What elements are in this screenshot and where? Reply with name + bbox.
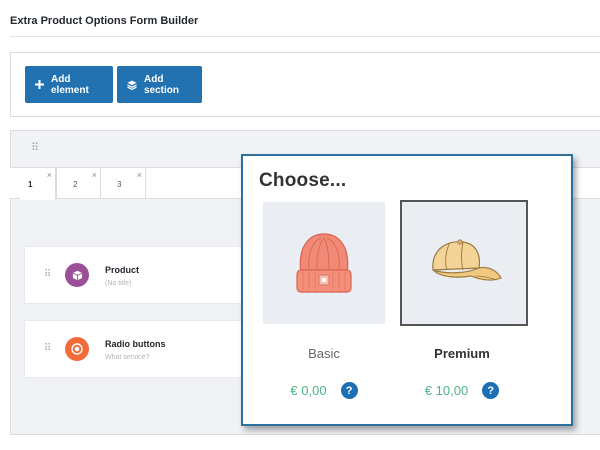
option-price-row: € 0,00 ? (263, 382, 385, 399)
popup-title: Choose... (259, 170, 347, 191)
tab-close-icon[interactable]: × (137, 170, 142, 180)
option-label: Basic (308, 346, 340, 361)
element-subtitle: What service? (105, 354, 150, 361)
title-divider (10, 36, 600, 37)
add-element-label: Add element (51, 73, 89, 96)
tab-label: 1 (28, 180, 33, 189)
element-radio-buttons[interactable]: ⠿ Radio buttons What service? (24, 320, 254, 378)
section-drag-handle[interactable]: ⠿ (31, 141, 39, 154)
tab-label: 3 (117, 180, 122, 189)
beanie-icon (263, 202, 385, 324)
element-name: Radio buttons (105, 339, 166, 349)
cap-icon (400, 200, 528, 326)
radio-icon (65, 337, 89, 361)
tab-1[interactable]: 1 × (20, 168, 56, 200)
plus-icon (35, 80, 44, 89)
help-icon[interactable]: ? (482, 382, 500, 399)
option-price: € 10,00 (424, 383, 469, 398)
tab-2[interactable]: 2 × (56, 168, 101, 199)
help-icon[interactable]: ? (340, 382, 358, 399)
toolbar: Add element Add section (10, 52, 600, 117)
drag-handle[interactable]: ⠿ (44, 269, 51, 280)
choose-popup: Choose... Basic € 0,00 ? Premium € 10,00… (241, 154, 573, 426)
option-premium[interactable]: Premium € 10,00 ? (400, 200, 528, 399)
layers-icon (127, 80, 137, 90)
cube-icon (65, 263, 89, 287)
add-section-label: Add section (144, 73, 180, 96)
option-basic[interactable]: Basic € 0,00 ? (263, 202, 385, 399)
element-product[interactable]: ⠿ Product (No title) (24, 246, 254, 304)
option-label: Premium (434, 346, 490, 361)
add-section-button[interactable]: Add section (117, 66, 202, 103)
tab-3[interactable]: 3 × (101, 168, 146, 199)
page-title: Extra Product Options Form Builder (10, 15, 199, 27)
tab-label: 2 (73, 180, 78, 189)
add-element-button[interactable]: Add element (25, 66, 113, 103)
element-name: Product (105, 265, 140, 275)
drag-handle[interactable]: ⠿ (44, 343, 51, 354)
option-price-row: € 10,00 ? (401, 382, 523, 399)
option-price: € 0,00 (290, 383, 327, 398)
tab-close-icon[interactable]: × (47, 170, 52, 180)
tab-close-icon[interactable]: × (92, 170, 97, 180)
element-subtitle: (No title) (105, 280, 132, 287)
